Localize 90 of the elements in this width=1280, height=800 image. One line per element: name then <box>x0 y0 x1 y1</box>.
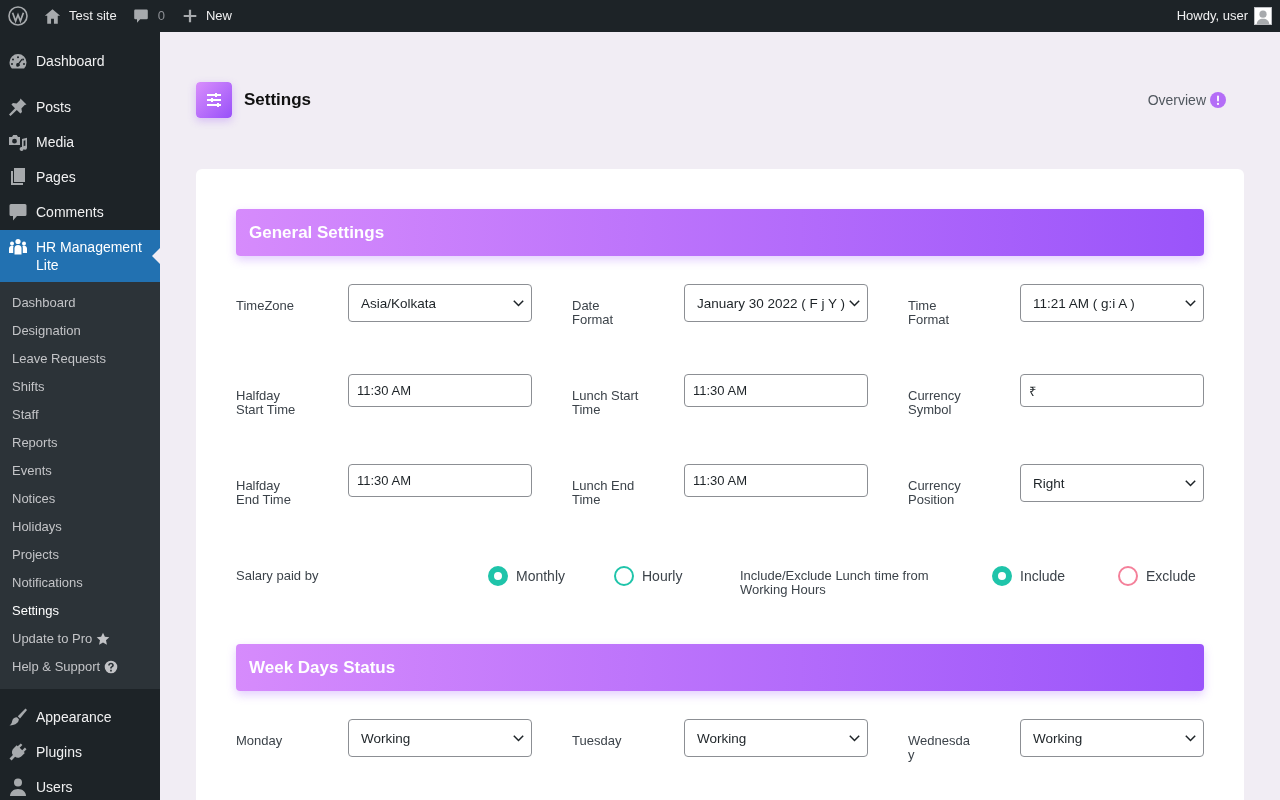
chevron-down-icon <box>1185 734 1196 742</box>
people-icon <box>8 237 28 257</box>
home-icon <box>44 7 61 25</box>
user-icon <box>8 777 28 797</box>
field-label: Time Format <box>908 299 951 327</box>
submenu-item[interactable]: Notices <box>0 485 160 513</box>
chevron-down-icon <box>513 734 524 742</box>
field-label: Date Format <box>572 299 615 327</box>
sidebar-item[interactable]: HR Management Lite <box>0 230 160 282</box>
comments-link[interactable]: 0 <box>132 0 165 32</box>
dropdown[interactable]: Right <box>1020 464 1204 502</box>
radio-label[interactable]: Include <box>1020 568 1066 584</box>
field-label: Lunch End Time <box>572 479 636 507</box>
pages-icon <box>8 167 28 187</box>
media-icon <box>8 132 28 152</box>
submenu-item[interactable]: Shifts <box>0 373 160 401</box>
text-input[interactable]: 11:30 AM <box>684 374 868 407</box>
plus-icon <box>182 9 197 23</box>
radio-label[interactable]: Exclude <box>1146 568 1196 584</box>
radio-label[interactable]: Hourly <box>642 568 683 584</box>
field-label: Halfday Start Time <box>236 389 297 417</box>
dropdown[interactable]: January 30 2022 ( F j Y ) <box>684 284 868 322</box>
logo-icon[interactable] <box>8 6 28 26</box>
submenu-item[interactable]: Settings <box>0 597 160 625</box>
field-label: Lunch Start Time <box>572 389 640 417</box>
text-input[interactable]: 11:30 AM <box>684 464 868 497</box>
overview-link[interactable]: Overview <box>1147 92 1226 108</box>
page-title: Settings <box>244 90 312 110</box>
field-label: Halfday End Time <box>236 479 292 507</box>
dropdown[interactable]: 11:21 AM ( g:i A ) <box>1020 284 1204 322</box>
field-label: Currency Symbol <box>908 389 962 417</box>
sidebar-item[interactable]: Users <box>0 770 160 800</box>
sidebar-item[interactable]: Pages <box>0 160 160 195</box>
chevron-down-icon <box>513 299 524 307</box>
dropdown[interactable]: Working <box>1020 719 1204 757</box>
submenu-item[interactable]: Leave Requests <box>0 345 160 373</box>
field-label: Currency Position <box>908 479 962 507</box>
plug-icon <box>8 742 28 762</box>
brush-icon <box>8 707 28 727</box>
text-input[interactable]: 11:30 AM <box>348 374 532 407</box>
submenu-item[interactable]: Notifications <box>0 569 160 597</box>
submenu-item[interactable]: Update to Pro <box>0 625 160 653</box>
sidebar-item[interactable]: Media <box>0 125 160 160</box>
sidebar-item[interactable]: Appearance <box>0 700 160 735</box>
chevron-down-icon <box>1185 299 1196 307</box>
chevron-down-icon <box>1185 479 1196 487</box>
chevron-down-icon <box>849 299 860 307</box>
comment-icon <box>8 202 28 222</box>
submenu-item[interactable]: Help & Support <box>0 653 160 681</box>
new-link[interactable]: New <box>182 0 232 32</box>
submenu-item[interactable]: Holidays <box>0 513 160 541</box>
radio-button[interactable] <box>614 566 634 586</box>
field-label: Include/Exclude Lunch time from Working Hours <box>740 569 930 597</box>
radio-button[interactable] <box>992 566 1012 586</box>
help-icon <box>104 660 119 674</box>
field-label: Tuesday <box>572 734 623 748</box>
star-icon <box>96 632 111 646</box>
submenu-item[interactable]: Projects <box>0 541 160 569</box>
site-link[interactable]: Test site <box>44 0 117 32</box>
field-label: Salary paid by <box>236 569 320 583</box>
sidebar-item[interactable]: Comments <box>0 195 160 230</box>
gauge-icon <box>8 51 28 71</box>
submenu-item[interactable]: Staff <box>0 401 160 429</box>
submenu-item[interactable]: Reports <box>0 429 160 457</box>
comment-icon <box>132 8 149 24</box>
chevron-down-icon <box>849 734 860 742</box>
sidebar-item[interactable]: Dashboard <box>0 44 160 79</box>
dropdown[interactable]: Working <box>684 719 868 757</box>
radio-button[interactable] <box>1118 566 1138 586</box>
sliders-icon <box>196 82 232 118</box>
radio-label[interactable]: Monthly <box>516 568 566 584</box>
avatar-icon <box>1254 7 1272 25</box>
sidebar-item[interactable]: Posts <box>0 90 160 125</box>
field-label: TimeZone <box>236 299 296 313</box>
text-input[interactable]: 11:30 AM <box>348 464 532 497</box>
submenu-item[interactable]: Designation <box>0 317 160 345</box>
account-link[interactable]: Howdy, user <box>1176 0 1272 32</box>
text-input[interactable]: ₹ <box>1020 374 1204 407</box>
field-label: Monday <box>236 734 284 748</box>
pin-icon <box>8 97 28 117</box>
section-header: Week Days Status <box>236 644 1204 691</box>
radio-button[interactable] <box>488 566 508 586</box>
section-header: General Settings <box>236 209 1204 256</box>
submenu-item[interactable]: Events <box>0 457 160 485</box>
field-label: Wednesday <box>908 734 971 762</box>
dropdown[interactable]: Asia/Kolkata <box>348 284 532 322</box>
submenu-item[interactable]: Dashboard <box>0 289 160 317</box>
sidebar-item[interactable]: Plugins <box>0 735 160 770</box>
dropdown[interactable]: Working <box>348 719 532 757</box>
info-icon <box>1210 92 1226 108</box>
